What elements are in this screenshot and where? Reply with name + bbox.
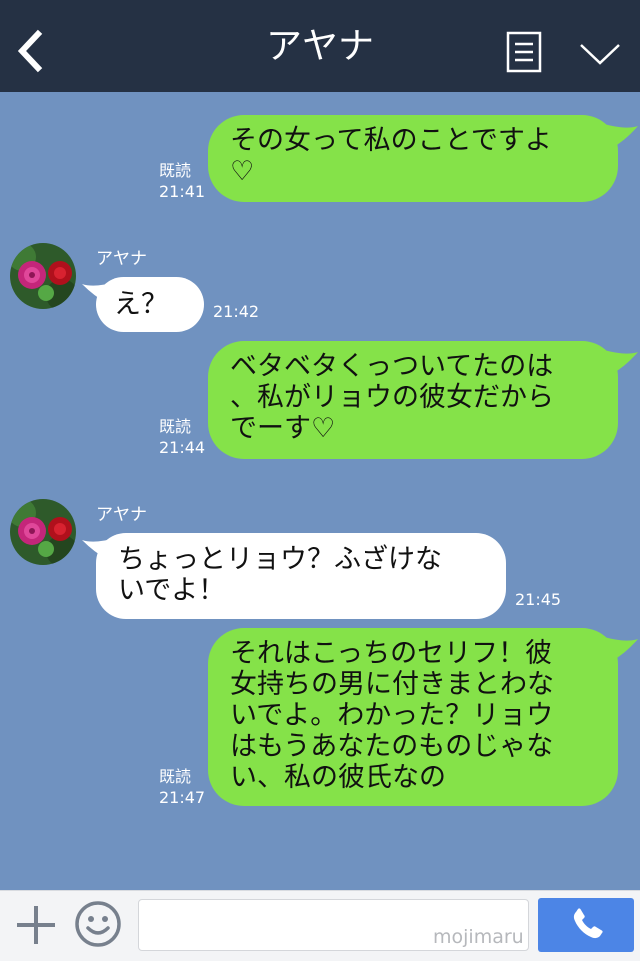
message-bubble[interactable]: ベタベタくっついてたのは 、私がリョウの彼女だから でーす♡ xyxy=(208,341,618,459)
rose-avatar-image xyxy=(10,499,76,565)
avatar[interactable] xyxy=(10,243,76,309)
read-receipt: 既読 xyxy=(159,767,192,786)
menu-button[interactable] xyxy=(506,31,542,73)
message-time: 21:45 xyxy=(515,590,562,609)
message-time: 21:44 xyxy=(159,438,206,457)
smiley-icon xyxy=(75,901,121,947)
document-list-icon xyxy=(506,31,542,73)
emoji-button[interactable] xyxy=(74,900,122,948)
message-meta: 既読 21:41 xyxy=(159,160,205,202)
call-button[interactable] xyxy=(538,898,634,952)
sender-name: アヤナ xyxy=(96,505,147,525)
sender-name: アヤナ xyxy=(96,249,147,269)
input-bar xyxy=(0,890,640,961)
message-bubble[interactable]: その女って私のことですよ ♡ xyxy=(208,115,618,202)
add-attachment-button[interactable] xyxy=(16,905,56,945)
chevron-down-icon xyxy=(580,44,620,65)
message-time: 21:41 xyxy=(159,182,206,201)
rose-avatar-image xyxy=(10,243,76,309)
bubble-tail xyxy=(604,124,638,148)
message-time: 21:42 xyxy=(213,302,260,321)
bubble-tail xyxy=(604,637,638,661)
back-button[interactable] xyxy=(14,28,50,74)
phone-icon xyxy=(573,908,603,939)
avatar[interactable] xyxy=(10,499,76,565)
read-receipt: 既読 xyxy=(159,417,192,436)
expand-button[interactable] xyxy=(578,38,622,68)
message-time: 21:47 xyxy=(159,788,206,807)
chat-header: アヤナ xyxy=(0,0,640,92)
message-bubble[interactable]: ちょっとリョウ？ふざけな いでよ！ xyxy=(96,533,506,619)
plus-icon xyxy=(17,906,55,944)
message-bubble[interactable]: え？ xyxy=(96,277,204,332)
message-meta: 既読 21:47 xyxy=(159,766,205,808)
bubble-tail xyxy=(604,350,638,374)
chat-title: アヤナ xyxy=(265,26,374,67)
watermark-text: mojimaru xyxy=(433,926,524,948)
message-meta: 既読 21:44 xyxy=(159,416,205,458)
chevron-left-icon xyxy=(17,29,43,73)
message-bubble[interactable]: それはこっちのセリフ！彼 女持ちの男に付きまとわな いでよ。わかった？リョウ は… xyxy=(208,628,618,806)
read-receipt: 既読 xyxy=(159,161,192,180)
